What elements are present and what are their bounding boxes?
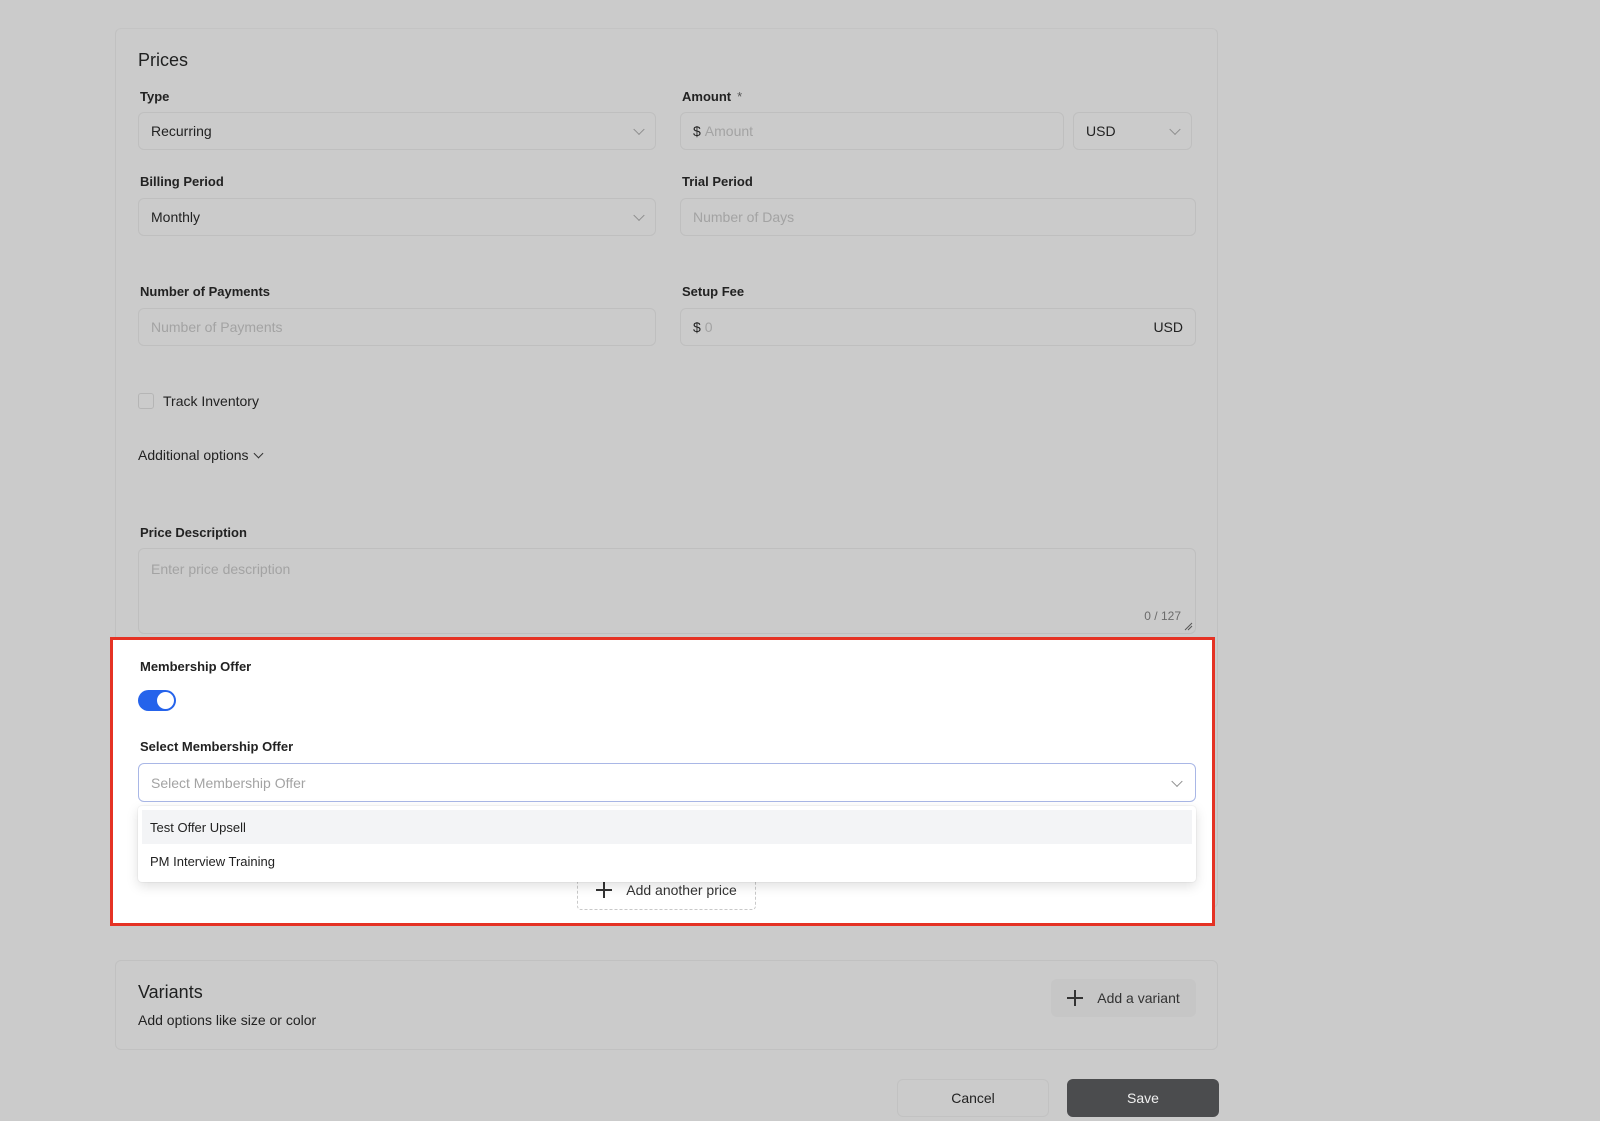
add-another-price-label: Add another price [626, 882, 737, 898]
setup-fee-prefix: $ [693, 319, 701, 335]
price-description-placeholder: Enter price description [151, 561, 291, 577]
trial-period-input[interactable]: Number of Days [680, 198, 1196, 236]
track-inventory-label: Track Inventory [163, 393, 259, 409]
variants-subtitle: Add options like size or color [138, 1012, 317, 1028]
amount-input[interactable]: $ Amount [680, 112, 1064, 150]
plus-icon [1067, 990, 1084, 1006]
setup-fee-currency: USD [1153, 319, 1183, 335]
amount-placeholder: Amount [704, 123, 754, 139]
additional-options-toggle[interactable]: Additional options [138, 447, 263, 463]
membership-offer-placeholder: Select Membership Offer [151, 774, 306, 791]
price-description-label: Price Description [140, 525, 247, 540]
billing-period-label: Billing Period [140, 174, 224, 189]
variants-title: Variants [138, 982, 203, 1002]
trial-period-placeholder: Number of Days [693, 209, 795, 225]
select-membership-label: Select Membership Offer [140, 739, 294, 754]
trial-period-label: Trial Period [682, 174, 753, 189]
toggle-knob [157, 692, 174, 709]
chevron-down-icon [633, 209, 645, 222]
cancel-button[interactable]: Cancel [897, 1079, 1049, 1117]
currency-select[interactable]: USD [1073, 112, 1192, 150]
type-value: Recurring [151, 123, 212, 139]
currency-value: USD [1086, 123, 1116, 139]
membership-offer-select[interactable]: Select Membership Offer [138, 763, 1196, 802]
resize-handle-icon[interactable] [1183, 621, 1193, 631]
billing-period-value: Monthly [151, 209, 201, 225]
price-description-textarea[interactable]: Enter price description 0 / 127 [138, 548, 1196, 634]
prices-title: Prices [138, 50, 189, 70]
membership-offer-dropdown: Test Offer Upsell PM Interview Training [138, 806, 1196, 882]
membership-offer-label: Membership Offer [140, 659, 252, 674]
add-variant-label: Add a variant [1097, 990, 1180, 1006]
save-button[interactable]: Save [1067, 1079, 1219, 1117]
setup-fee-label: Setup Fee [682, 284, 745, 299]
type-label: Type [140, 89, 170, 104]
required-mark: * [737, 89, 743, 104]
track-inventory-checkbox[interactable] [138, 393, 154, 409]
chevron-down-icon [253, 448, 263, 459]
additional-options-label: Additional options [138, 447, 249, 463]
setup-fee-input[interactable]: $ 0 USD [680, 308, 1196, 346]
num-payments-placeholder: Number of Payments [151, 319, 283, 335]
char-counter: 0 / 127 [1144, 609, 1181, 623]
billing-period-select[interactable]: Monthly [138, 198, 656, 236]
num-payments-label: Number of Payments [140, 284, 271, 299]
chevron-down-icon [633, 123, 645, 136]
plus-icon [596, 882, 613, 898]
amount-prefix: $ [693, 123, 701, 139]
chevron-down-icon [1171, 775, 1183, 787]
membership-offer-toggle[interactable] [138, 690, 176, 711]
setup-fee-placeholder: 0 [704, 319, 713, 335]
type-select[interactable]: Recurring [138, 112, 656, 150]
dropdown-option[interactable]: PM Interview Training [142, 844, 1192, 878]
add-variant-button[interactable]: Add a variant [1051, 979, 1196, 1017]
amount-label: Amount * [682, 89, 743, 104]
dropdown-option[interactable]: Test Offer Upsell [142, 810, 1192, 844]
num-payments-input[interactable]: Number of Payments [138, 308, 656, 346]
chevron-down-icon [1169, 123, 1181, 136]
